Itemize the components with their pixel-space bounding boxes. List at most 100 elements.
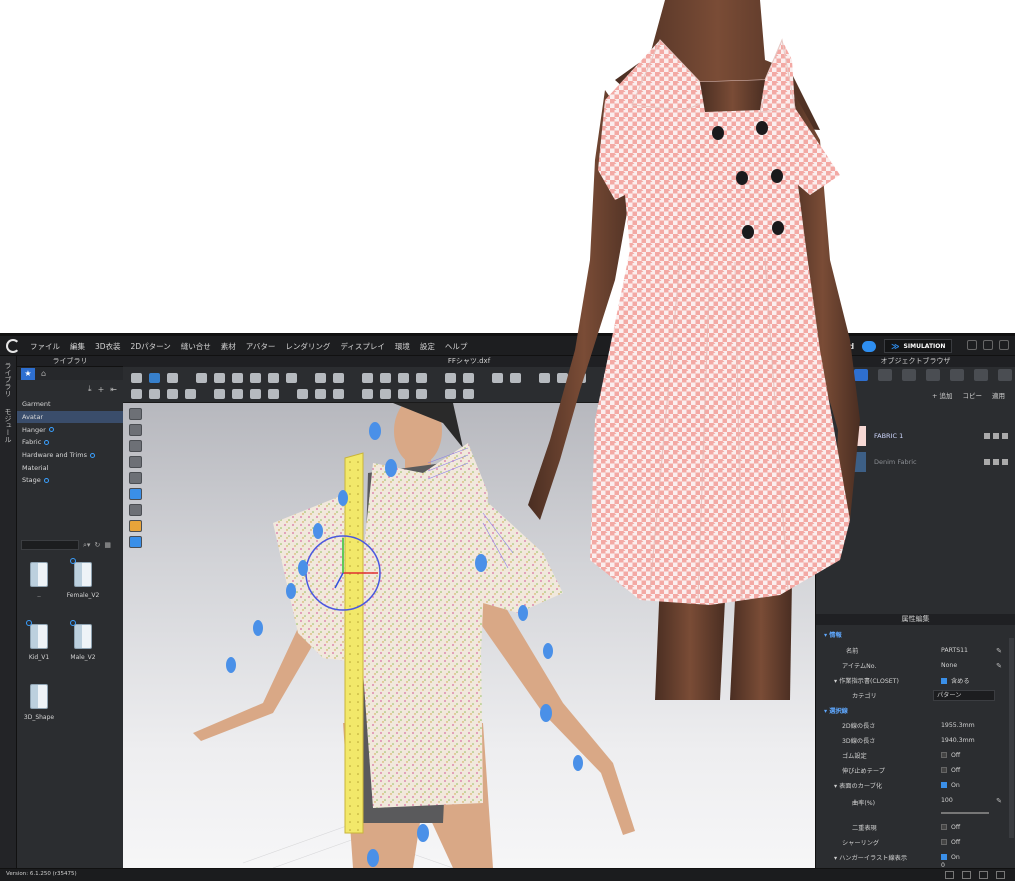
- menu-settings[interactable]: 設定: [420, 341, 435, 352]
- tab-puckering-icon[interactable]: [950, 369, 964, 381]
- copy-icon[interactable]: [984, 459, 990, 465]
- curvature-value[interactable]: 100: [941, 797, 953, 804]
- view-icon[interactable]: [993, 459, 999, 465]
- refresh-icon[interactable]: ↻: [94, 541, 100, 549]
- layout-split-icon[interactable]: [962, 871, 971, 879]
- folder-kid-v1[interactable]: Kid_V1: [19, 620, 59, 661]
- edit-pencil-icon[interactable]: ✎: [996, 797, 1002, 805]
- property-scrollbar[interactable]: [1009, 638, 1014, 838]
- point-measure-icon[interactable]: [167, 389, 178, 399]
- fold-arrange-icon[interactable]: [416, 389, 427, 399]
- measure-tool-icon[interactable]: [445, 373, 456, 383]
- menu-avatar[interactable]: アバター: [246, 341, 276, 352]
- copy-icon[interactable]: [984, 433, 990, 439]
- curve-tool-icon[interactable]: [333, 373, 344, 383]
- double-checkbox[interactable]: Off: [941, 824, 960, 831]
- texture-tool-icon[interactable]: [492, 373, 503, 383]
- add-button[interactable]: + 追加: [932, 390, 953, 400]
- front-pattern-piece[interactable]: [358, 443, 488, 808]
- folder-female-v2[interactable]: Female_V2: [63, 558, 103, 599]
- edit-pencil-icon[interactable]: ✎: [996, 662, 1002, 670]
- name-value[interactable]: PARTS11: [941, 647, 968, 654]
- gizmo-display-icon[interactable]: [129, 504, 142, 516]
- curve-checkbox[interactable]: On: [941, 782, 960, 789]
- tab-button-icon[interactable]: [878, 369, 892, 381]
- simulation-button[interactable]: ≫ SIMULATION: [884, 339, 953, 353]
- delete-icon[interactable]: [1002, 433, 1008, 439]
- button-snap-icon[interactable]: [315, 389, 326, 399]
- collapse-icon[interactable]: ⇤: [110, 385, 117, 394]
- library-item-avatar[interactable]: Avatar: [17, 410, 123, 424]
- tab-graphic-icon[interactable]: [998, 369, 1012, 381]
- curvature-slider[interactable]: [941, 811, 989, 814]
- library-item-hardware[interactable]: Hardware and Trims: [17, 449, 123, 462]
- download-icon[interactable]: ⤓: [88, 384, 92, 394]
- sync-icon[interactable]: [996, 871, 1005, 879]
- layout-single-icon[interactable]: [945, 871, 954, 879]
- render-icon[interactable]: [129, 536, 142, 548]
- edit-pencil-icon[interactable]: ✎: [996, 647, 1002, 655]
- fabric-display-icon[interactable]: [129, 488, 142, 500]
- library-item-hanger[interactable]: Hanger: [17, 423, 123, 436]
- menu-2d-pattern[interactable]: 2Dパターン: [131, 341, 171, 352]
- garment-tool-icon[interactable]: [196, 373, 207, 383]
- line-section-header[interactable]: ▾ 選択線: [816, 703, 1006, 718]
- pattern-arrange-icon[interactable]: [445, 389, 456, 399]
- free-sew-icon[interactable]: [398, 373, 409, 383]
- hair-tool-icon[interactable]: [268, 389, 279, 399]
- avatar-measure-icon[interactable]: [149, 389, 160, 399]
- category-select[interactable]: パターン: [933, 690, 995, 701]
- copy-button[interactable]: コピー: [963, 390, 983, 400]
- tab-zipper-icon[interactable]: [902, 369, 916, 381]
- apply-button[interactable]: 適用: [992, 390, 1005, 400]
- shirring-checkbox[interactable]: Off: [941, 839, 960, 846]
- tab-library[interactable]: ライブラリ: [3, 362, 13, 397]
- skin-offset-icon[interactable]: [250, 389, 261, 399]
- pattern-display-icon[interactable]: [129, 456, 142, 468]
- folder-male-v2[interactable]: Male_V2: [63, 620, 103, 661]
- strap-tool-icon[interactable]: [398, 389, 409, 399]
- grid-view-icon[interactable]: ▦: [104, 541, 111, 549]
- elastic-checkbox[interactable]: Off: [941, 752, 960, 759]
- menu-sewing[interactable]: 縫い合せ: [181, 341, 211, 352]
- sewing-display-icon[interactable]: [129, 472, 142, 484]
- avatar-display-icon[interactable]: [129, 424, 142, 436]
- sewing-tool-icon[interactable]: [362, 373, 373, 383]
- layout-2d-icon[interactable]: [979, 871, 988, 879]
- trim-tool-icon[interactable]: [362, 389, 373, 399]
- tack-tool-icon[interactable]: [232, 373, 243, 383]
- press-tool-icon[interactable]: [286, 373, 297, 383]
- menu-edit[interactable]: 編集: [70, 341, 85, 352]
- menu-display[interactable]: ディスプレイ: [340, 341, 384, 352]
- item-no-value[interactable]: None: [941, 662, 957, 669]
- closet-checkbox[interactable]: 含める: [941, 676, 970, 685]
- search-icon[interactable]: ⌕▾: [83, 541, 90, 550]
- ruler-icon[interactable]: [463, 389, 474, 399]
- menu-materials[interactable]: 素材: [221, 341, 236, 352]
- view-mode-icon[interactable]: [129, 408, 142, 420]
- pen-tool-icon[interactable]: [315, 373, 326, 383]
- menu-3d-garment[interactable]: 3D衣装: [95, 341, 121, 352]
- avatar-pose-icon[interactable]: [131, 389, 142, 399]
- library-item-material[interactable]: Material: [17, 461, 123, 474]
- tab-topstitch-icon[interactable]: [926, 369, 940, 381]
- library-item-garment[interactable]: Garment: [17, 398, 123, 411]
- buttonhole-icon[interactable]: [333, 389, 344, 399]
- fold-tool-icon[interactable]: [167, 373, 178, 383]
- segment-sew-icon[interactable]: [380, 373, 391, 383]
- library-item-stage[interactable]: Stage: [17, 474, 123, 487]
- arrangement-point-icon[interactable]: [214, 389, 225, 399]
- search-input[interactable]: [21, 540, 79, 550]
- light-icon[interactable]: [129, 520, 142, 532]
- tape-tool-icon[interactable]: [463, 373, 474, 383]
- snap-tool-icon[interactable]: [297, 389, 308, 399]
- tab-modules[interactable]: モジュール: [3, 408, 13, 443]
- add-icon[interactable]: +: [98, 385, 105, 394]
- move-tool-icon[interactable]: [149, 373, 160, 383]
- tape-checkbox[interactable]: Off: [941, 767, 960, 774]
- menu-render[interactable]: レンダリング: [285, 341, 330, 352]
- maximize-icon[interactable]: [983, 340, 993, 350]
- arrangement-bar-icon[interactable]: [232, 389, 243, 399]
- delete-icon[interactable]: [1002, 459, 1008, 465]
- line-measure-icon[interactable]: [185, 389, 196, 399]
